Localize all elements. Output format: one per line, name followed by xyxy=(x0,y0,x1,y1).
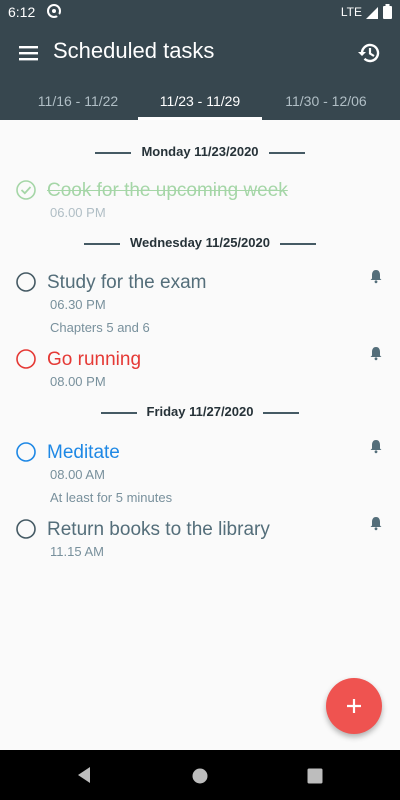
tab-week-3[interactable]: 11/30 - 12/06 xyxy=(264,86,388,120)
add-task-button[interactable] xyxy=(326,678,382,734)
bell-icon[interactable] xyxy=(368,438,384,454)
date-label: Wednesday 11/25/2020 xyxy=(130,235,270,250)
circle-checkbox-icon[interactable] xyxy=(16,442,36,462)
system-nav-bar xyxy=(0,750,400,800)
done-check-icon[interactable] xyxy=(16,180,36,200)
recents-icon[interactable] xyxy=(307,768,323,789)
sync-icon xyxy=(46,3,62,22)
circle-checkbox-icon[interactable] xyxy=(16,519,36,539)
back-icon[interactable] xyxy=(76,766,92,789)
status-time: 6:12 xyxy=(8,4,36,20)
task-name: Meditate xyxy=(47,442,120,463)
circle-checkbox-icon[interactable] xyxy=(16,272,36,292)
tab-label: 11/30 - 12/06 xyxy=(285,93,367,109)
task-time: 11.15 AM xyxy=(50,544,104,559)
task-time: 08.00 AM xyxy=(50,467,105,482)
tab-week-2[interactable]: 11/23 - 11/29 xyxy=(138,86,262,120)
page-title: Scheduled tasks xyxy=(53,38,215,63)
task-time: 08.00 PM xyxy=(50,374,106,389)
task-name: Go running xyxy=(47,349,142,370)
hamburger-icon[interactable] xyxy=(16,40,44,68)
task-note: At least for 5 minutes xyxy=(50,490,173,505)
circle-checkbox-icon[interactable] xyxy=(16,349,36,369)
bell-icon[interactable] xyxy=(368,345,384,361)
date-label: Friday 11/27/2020 xyxy=(146,404,254,419)
task-time: 06.00 PM xyxy=(50,205,106,220)
tab-week-1[interactable]: 11/16 - 11/22 xyxy=(16,86,140,120)
week-tabs: 11/16 - 11/22 11/23 - 11/29 11/30 - 12/0… xyxy=(0,86,400,120)
date-separator: Monday 11/23/2020 xyxy=(0,144,400,164)
signal-icon xyxy=(366,6,378,22)
app-bar: 6:12 LTE Scheduled tasks 11/16 - 11/22 1… xyxy=(0,0,400,120)
network-type: LTE xyxy=(340,5,362,19)
home-icon[interactable] xyxy=(192,768,208,789)
task-name: Return books to the library xyxy=(47,519,270,540)
task-list: Monday 11/23/2020 Cook for the upcoming … xyxy=(0,120,400,750)
history-icon[interactable] xyxy=(356,39,384,67)
date-separator: Friday 11/27/2020 xyxy=(0,404,400,424)
bell-icon[interactable] xyxy=(368,515,384,531)
task-time: 06.30 PM xyxy=(50,297,106,312)
task-name: Cook for the upcoming week xyxy=(47,180,288,201)
task-name: Study for the exam xyxy=(47,272,207,293)
tab-label: 11/23 - 11/29 xyxy=(159,93,241,109)
tab-label: 11/16 - 11/22 xyxy=(37,93,119,109)
bell-icon[interactable] xyxy=(368,268,384,284)
date-label: Monday 11/23/2020 xyxy=(141,144,259,159)
battery-icon xyxy=(383,4,392,22)
status-bar: 6:12 LTE xyxy=(0,0,400,24)
plus-icon xyxy=(347,699,361,713)
date-separator: Wednesday 11/25/2020 xyxy=(0,235,400,255)
task-note: Chapters 5 and 6 xyxy=(50,320,150,335)
